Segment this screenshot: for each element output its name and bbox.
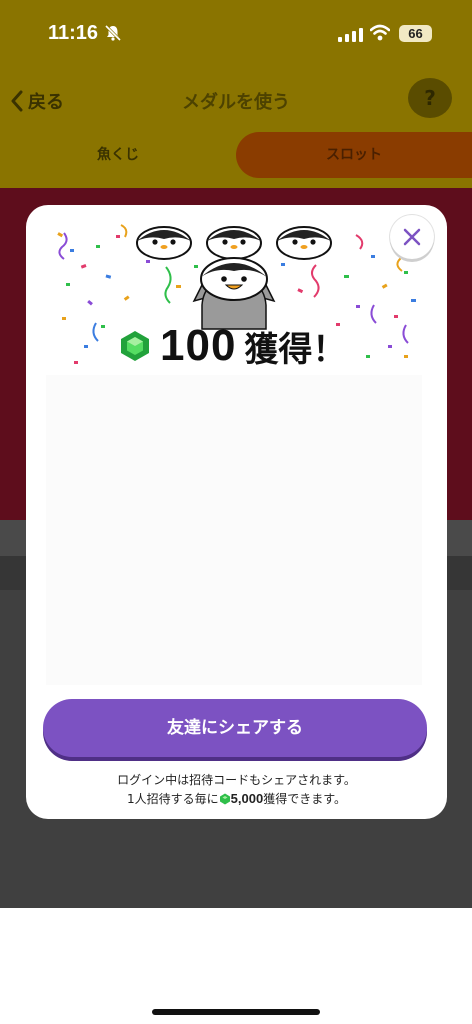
share-preview-area (46, 375, 422, 685)
cellular-signal-icon (338, 26, 363, 42)
close-icon (403, 228, 421, 246)
status-bar: 11:16 66 (0, 0, 472, 70)
page-title: メダルを使う (182, 92, 290, 113)
reward-label: 獲得！ (244, 329, 347, 370)
reward-amount: 100 (160, 321, 237, 370)
mute-bell-icon (104, 24, 122, 42)
reward-modal: 100 獲得！ 友達にシェアする ログイン中は招待コードもシェアされます。 1人… (26, 205, 447, 819)
wifi-icon (370, 24, 390, 41)
penguin-head-icon (276, 226, 332, 260)
tab-fish-lottery[interactable]: 魚くじ (0, 132, 236, 178)
tab-slot[interactable]: スロット (236, 132, 472, 178)
cheering-penguin-icon (192, 257, 276, 330)
penguin-head-icon (206, 226, 262, 260)
share-note-line2: 1人招待する毎に 5,000獲得できます。 (26, 790, 447, 807)
note-amount: 5,000 (230, 791, 264, 806)
share-with-friends-button[interactable]: 友達にシェアする (43, 699, 427, 757)
share-note-line1: ログイン中は招待コードもシェアされます。 (117, 773, 356, 787)
penguin-head-icon (136, 226, 192, 260)
close-button[interactable] (390, 215, 434, 259)
green-gem-icon (121, 331, 149, 361)
note-suffix: 獲得できます。 (263, 792, 346, 806)
app-footer (0, 908, 472, 1024)
home-indicator (152, 1009, 320, 1015)
battery-icon: 66 (399, 25, 432, 42)
note-prefix: 1人招待する毎に (127, 792, 219, 806)
green-gem-icon (219, 793, 230, 805)
status-time: 11:16 (48, 22, 99, 44)
reward-heading: 100 獲得！ (118, 321, 346, 371)
help-button[interactable]: ? (408, 78, 452, 118)
